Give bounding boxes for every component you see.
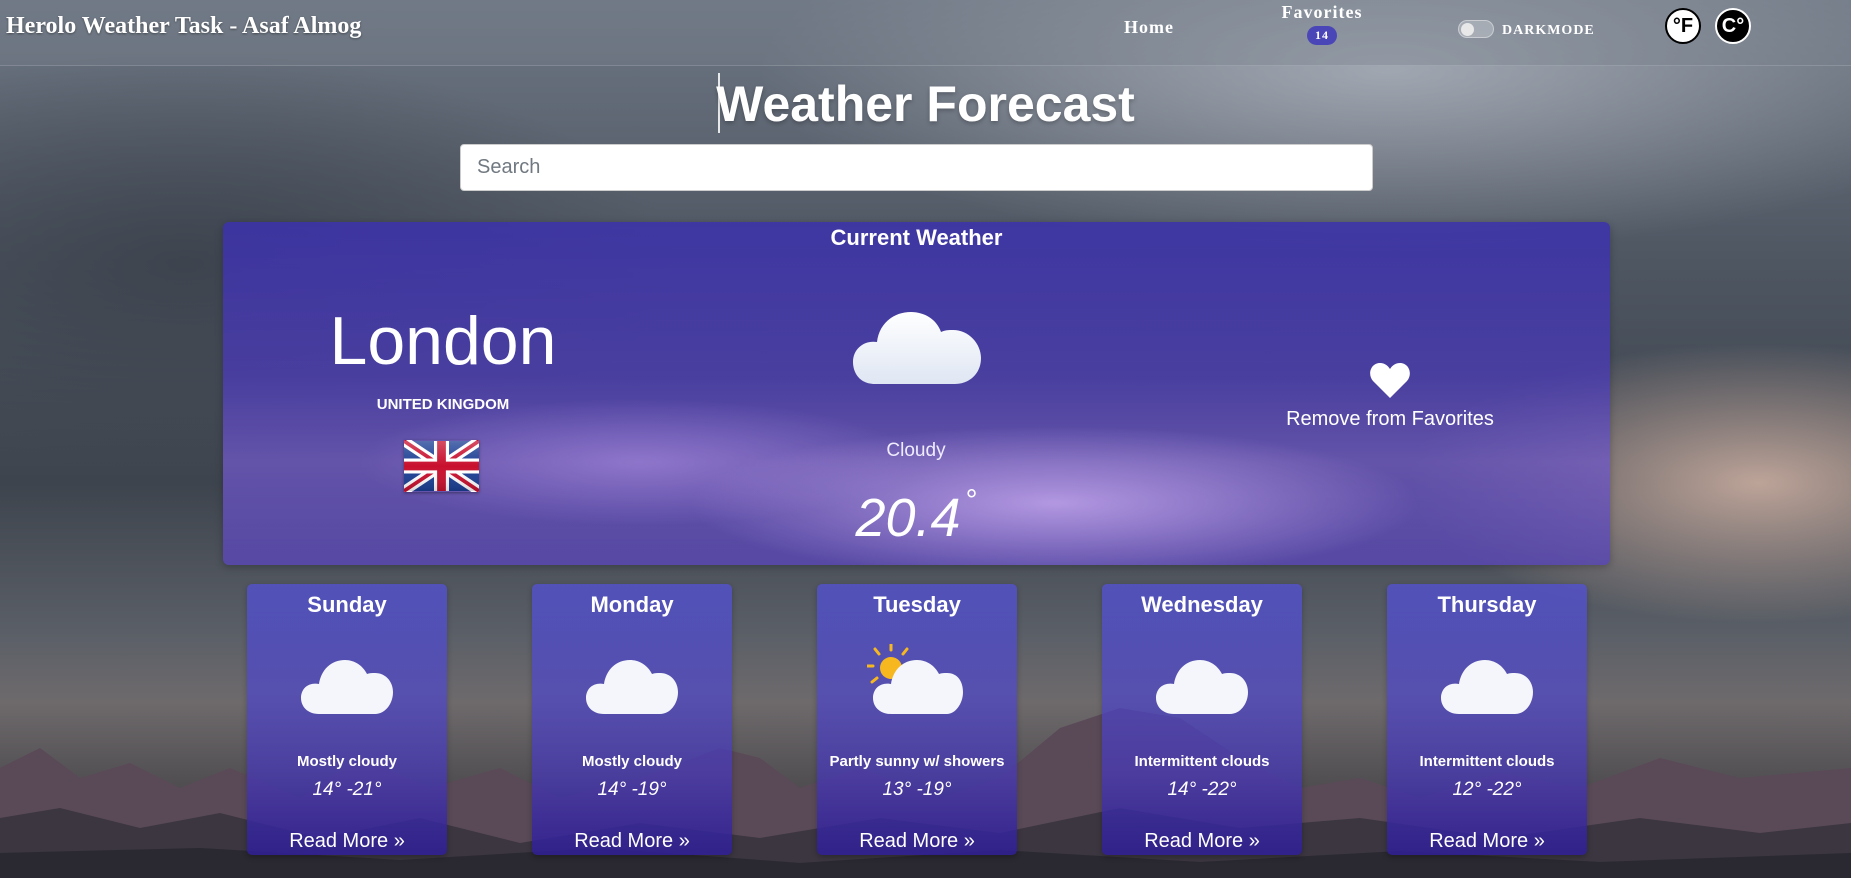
- cloud-icon: [853, 312, 981, 384]
- forecast-card: Thursday Intermittent clouds 12° -22° Re…: [1387, 584, 1587, 855]
- darkmode-label: DARKMODE: [1502, 23, 1595, 38]
- forecast-card: Monday Mostly cloudy 14° -19° Read More …: [532, 584, 732, 855]
- forecast-day: Thursday: [1437, 592, 1537, 617]
- read-more-link[interactable]: Read More »: [532, 830, 732, 853]
- current-condition: Cloudy: [886, 440, 946, 461]
- forecast-description: Mostly cloudy: [581, 753, 682, 770]
- heart-icon[interactable]: [1369, 362, 1411, 400]
- forecast-day: Tuesday: [873, 592, 961, 617]
- double-chevron-right-icon: »: [963, 830, 975, 852]
- forecast-card: Tuesday Partly sunny w/ showers 13° -19°…: [817, 584, 1017, 855]
- celsius-button[interactable]: C°: [1715, 8, 1751, 44]
- double-chevron-right-icon: »: [1248, 830, 1260, 852]
- read-more-label: Read More: [1144, 830, 1244, 852]
- read-more-link[interactable]: Read More »: [1102, 830, 1302, 853]
- nav-home-link[interactable]: Home: [1124, 17, 1174, 38]
- forecast-temperature-range: 14° -21°: [312, 779, 382, 800]
- cloud-icon: [1156, 660, 1248, 714]
- darkmode-toggle[interactable]: [1458, 20, 1494, 38]
- app-brand[interactable]: Herolo Weather Task - Asaf Almog: [6, 13, 361, 40]
- cloud-icon: [586, 660, 678, 714]
- forecast-temperature-range: 13° -19°: [882, 779, 952, 800]
- toggle-knob: [1461, 23, 1474, 36]
- uk-flag-icon: [404, 440, 479, 492]
- country-name: UNITED KINGDOM: [376, 396, 510, 413]
- city-name: London: [329, 303, 557, 379]
- read-more-label: Read More: [574, 830, 674, 852]
- forecast-day: Monday: [590, 592, 674, 617]
- forecast-card: Wednesday Intermittent clouds 14° -22° R…: [1102, 584, 1302, 855]
- nav-favorites-label: Favorites: [1281, 2, 1363, 22]
- read-more-label: Read More: [859, 830, 959, 852]
- cloud-icon: [301, 660, 393, 714]
- cloud-icon: [1441, 660, 1533, 714]
- forecast-description: Partly sunny w/ showers: [829, 753, 1005, 770]
- favorites-count-badge: 14: [1307, 26, 1337, 45]
- double-chevron-right-icon: »: [1533, 830, 1545, 852]
- fahrenheit-button[interactable]: °F: [1665, 8, 1701, 44]
- read-more-link[interactable]: Read More »: [1387, 830, 1587, 853]
- current-weather-heading: Current Weather: [830, 225, 1003, 250]
- forecast-card: Sunday Mostly cloudy 14° -21° Read More …: [247, 584, 447, 855]
- degree-symbol: °: [964, 484, 977, 517]
- read-more-link[interactable]: Read More »: [817, 830, 1017, 853]
- partly-sunny-icon: [867, 644, 963, 714]
- read-more-label: Read More: [1429, 830, 1529, 852]
- page-title: Weather Forecast: [716, 76, 1135, 132]
- forecast-description: Intermittent clouds: [1134, 753, 1270, 770]
- double-chevron-right-icon: »: [393, 830, 405, 852]
- temperature-value: 20.4: [855, 488, 961, 548]
- search-input[interactable]: [460, 144, 1373, 191]
- current-weather-panel: Current Weather London UNITED KINGDOM Cl…: [223, 222, 1610, 565]
- read-more-link[interactable]: Read More »: [247, 830, 447, 853]
- remove-from-favorites-button[interactable]: Remove from Favorites: [1263, 408, 1517, 431]
- forecast-day: Wednesday: [1141, 592, 1263, 617]
- forecast-description: Mostly cloudy: [296, 753, 397, 770]
- forecast-day: Sunday: [307, 592, 387, 617]
- current-temperature: 20.4 °: [743, 484, 1089, 549]
- forecast-temperature-range: 12° -22°: [1452, 779, 1522, 800]
- nav-favorites-link[interactable]: Favorites 14: [1272, 2, 1372, 45]
- read-more-label: Read More: [289, 830, 389, 852]
- double-chevron-right-icon: »: [678, 830, 690, 852]
- forecast-temperature-range: 14° -19°: [597, 779, 667, 800]
- forecast-temperature-range: 14° -22°: [1167, 779, 1237, 800]
- forecast-description: Intermittent clouds: [1419, 753, 1555, 770]
- top-navbar: Herolo Weather Task - Asaf Almog Home Fa…: [0, 0, 1851, 66]
